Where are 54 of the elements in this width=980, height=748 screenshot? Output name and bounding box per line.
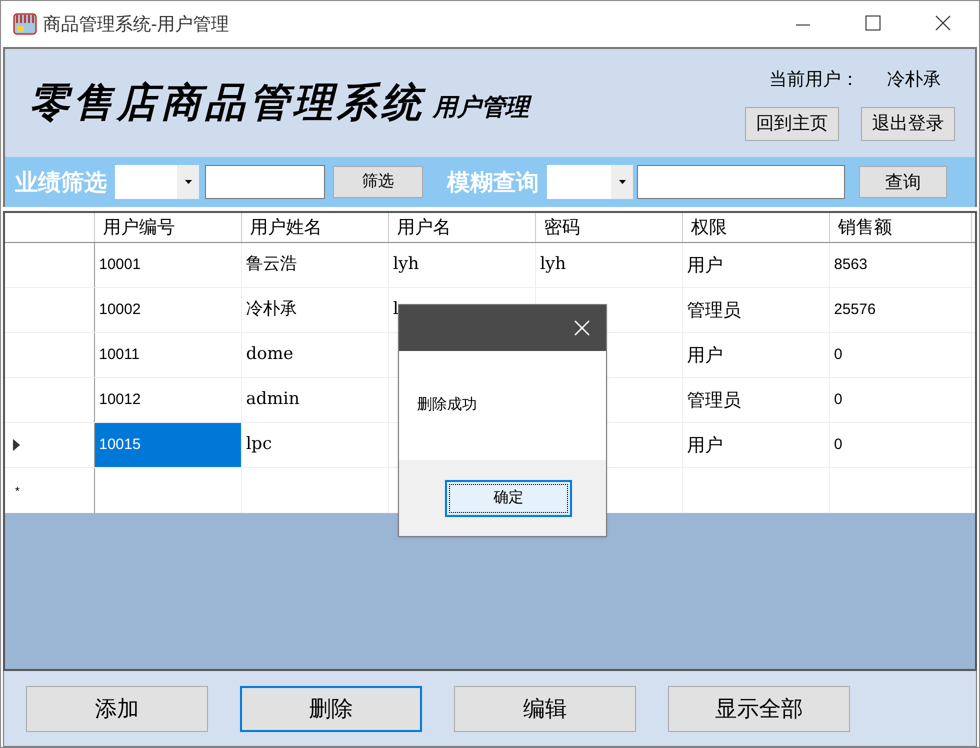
table-cell-text: 管理员 (687, 298, 741, 322)
search-label: 模糊查询 (447, 168, 539, 197)
filter-input[interactable] (205, 165, 325, 199)
action-button[interactable]: 删除 (240, 686, 422, 732)
table-cell-text: 0 (834, 344, 842, 365)
selected-cell[interactable]: 10015 (95, 423, 242, 467)
caret-icon (184, 180, 192, 184)
action-button[interactable]: 编辑 (454, 686, 636, 732)
current-user-name: 冷朴承 (887, 68, 941, 90)
dialog-message: 删除成功 (417, 395, 477, 416)
window-title: 商品管理系统-用户管理 (43, 12, 229, 36)
table-cell-text: 10012 (99, 390, 141, 410)
action-button[interactable]: 添加 (26, 686, 208, 732)
column-header[interactable]: 销售额 (838, 214, 892, 241)
table-cell-text: 用户 (687, 254, 723, 276)
action-button[interactable]: 显示全部 (668, 686, 850, 732)
table-cell-text: 冷朴承 (246, 298, 297, 322)
table-cell-text: 8563 (834, 254, 868, 275)
table-cell-text: l (393, 298, 398, 322)
search-button[interactable]: 查询 (859, 166, 947, 198)
table-cell-text: lyh (540, 253, 566, 276)
logout-button[interactable]: 退出登录 (861, 106, 955, 140)
table-cell-text: 10001 (99, 254, 141, 275)
table-cell-text: 25576 (834, 300, 876, 320)
table-cell-text: 10011 (99, 344, 140, 365)
filter-label: 业绩筛选 (15, 168, 107, 197)
column-header[interactable]: 密码 (544, 214, 580, 241)
column-header[interactable]: 用户姓名 (250, 214, 322, 241)
column-header[interactable]: 用户编号 (103, 214, 175, 241)
caret-icon (618, 180, 626, 184)
table-cell-text: 用户 (687, 344, 723, 366)
search-input[interactable] (637, 165, 845, 199)
table-cell-text: dome (246, 343, 294, 366)
new-row-marker: * (15, 482, 20, 500)
table-cell-text: 鲁云浩 (246, 253, 297, 276)
column-header[interactable]: 用户名 (397, 214, 451, 241)
home-button[interactable]: 回到主页 (745, 106, 839, 140)
filter-button[interactable]: 筛选 (333, 166, 423, 198)
close-icon[interactable] (935, 15, 951, 31)
table-cell-text: 管理员 (687, 388, 741, 412)
table-cell-text: lyh (393, 253, 419, 276)
system-title: 零售店商品管理系统 (29, 78, 425, 128)
column-header[interactable]: 权限 (691, 214, 727, 241)
table-cell-text: lpc (246, 433, 272, 456)
current-user-label: 当前用户： (769, 68, 859, 90)
app-icon (13, 13, 37, 35)
table-cell-text: 0 (834, 390, 842, 410)
table-cell-text: 0 (834, 434, 842, 455)
table-row[interactable]: 10001 鲁云浩 lyh lyh 用户 8563 (5, 243, 975, 288)
table-cell-text: 10002 (99, 300, 141, 320)
table-cell-text: admin (246, 388, 300, 412)
table-cell-text: 用户 (687, 434, 723, 456)
maximize-icon[interactable] (865, 15, 881, 31)
ok-button[interactable]: 确定 (445, 480, 572, 517)
